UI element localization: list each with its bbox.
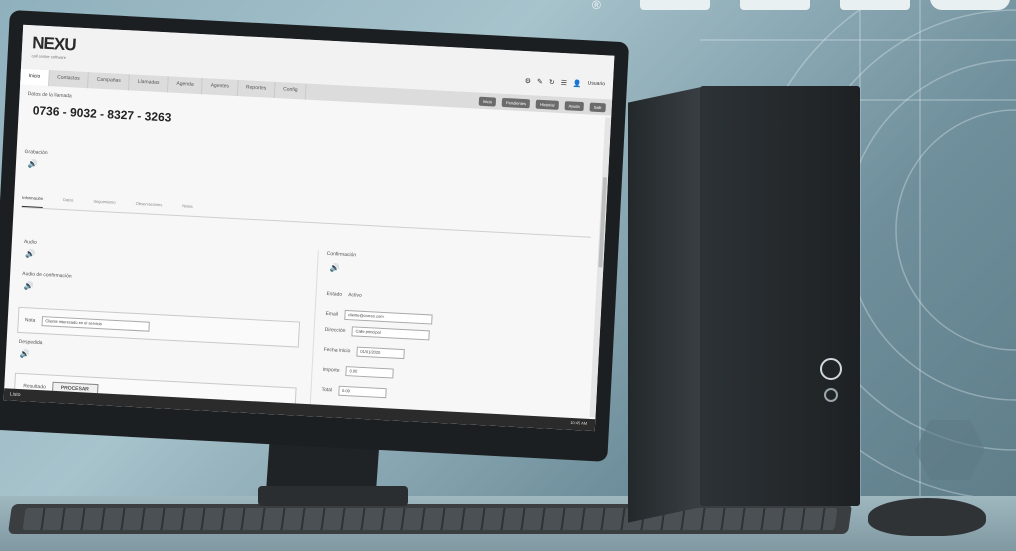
power-button-icon [820, 358, 842, 380]
user-name[interactable]: Usuario [587, 80, 606, 89]
tab-config[interactable]: Config [274, 81, 307, 100]
total-input[interactable]: 0.00 [337, 385, 387, 399]
led-indicator-icon [824, 388, 838, 402]
refresh-icon[interactable]: ↻ [549, 78, 555, 86]
speaker-icon[interactable]: 🔊 [28, 159, 38, 169]
header-toolbar: ⚙ ✎ ↻ ☰ 👤 Usuario [525, 77, 606, 89]
speaker-icon[interactable]: 🔊 [23, 281, 33, 291]
tab-llamadas[interactable]: Llamadas [129, 74, 169, 93]
recording-label: Grabación [24, 148, 48, 157]
taskbar-start[interactable]: Listo [10, 392, 21, 399]
nav-button-historial[interactable]: Historial [535, 99, 559, 110]
monitor-stand-base [258, 486, 408, 506]
note-label: Nota [24, 317, 36, 324]
left-panel: Audio 🔊 Audio de confirmación 🔊 Nota Cli… [12, 219, 307, 414]
tab-reportes[interactable]: Reportes [237, 80, 276, 98]
app-logo: NEXU call center software [31, 33, 76, 60]
nav-button-inicio[interactable]: Inicio [478, 96, 497, 107]
date-input[interactable]: 01/01/2020 [356, 346, 405, 360]
scrollbar-thumb[interactable] [598, 177, 608, 268]
speaker-icon[interactable]: 🔊 [330, 263, 340, 273]
pc-tower-side [628, 86, 706, 523]
amount-input[interactable]: 0.00 [345, 366, 394, 379]
app-screen: NEXU call center software ⚙ ✎ ↻ ☰ 👤 Usua… [3, 24, 615, 432]
speaker-icon[interactable]: 🔊 [20, 349, 30, 359]
mouse [868, 498, 986, 536]
email-input[interactable]: cliente@correo.com [343, 309, 433, 325]
note-box: Nota Cliente interesado en el servicio [17, 306, 301, 348]
amount-label: Importe [322, 366, 340, 374]
email-label: Email [325, 310, 339, 318]
nav-button-pendientes[interactable]: Pendientes [501, 97, 531, 108]
farewell-label: Despedida [18, 338, 43, 347]
subtab-informacion[interactable]: Información [21, 194, 44, 208]
brand-logo-fragment [600, 0, 1016, 12]
user-avatar-icon[interactable]: 👤 [573, 80, 582, 88]
subtab-seguimiento[interactable]: Seguimiento [93, 199, 115, 212]
address-input[interactable]: Calle principal [351, 326, 430, 341]
note-input[interactable]: Cliente interesado en el servicio [41, 316, 150, 332]
phone-number: 0736 - 9032 - 8327 - 3263 [32, 103, 172, 125]
tab-agentes[interactable]: Agentes [202, 78, 239, 97]
edit-icon[interactable]: ✎ [537, 78, 543, 86]
nav-button-ayuda[interactable]: Ayuda [564, 100, 584, 111]
pc-tower [700, 86, 860, 506]
registered-mark-icon: ® [592, 0, 601, 12]
subtab-notas[interactable]: Notas [182, 203, 193, 216]
status-label: Estado [326, 290, 343, 298]
audio-label: Audio [23, 239, 37, 246]
menu-icon[interactable]: ☰ [560, 79, 567, 87]
tab-contactos[interactable]: Contactos [48, 70, 90, 89]
tab-agenda[interactable]: Agenda [167, 76, 204, 95]
speaker-icon[interactable]: 🔊 [25, 249, 35, 259]
taskbar-clock: 10:45 AM [570, 419, 588, 426]
tab-inicio[interactable]: Inicio [20, 68, 50, 87]
tab-campanas[interactable]: Campañas [88, 72, 131, 91]
confirmation-title: Confirmación [326, 250, 357, 259]
call-data-label: Datos de la llamada [27, 91, 72, 100]
monitor: NEXU call center software ⚙ ✎ ↻ ☰ 👤 Usua… [0, 10, 630, 462]
right-panel: Confirmación 🔊 Estado Activo Email clien… [309, 250, 597, 429]
subtab-observaciones[interactable]: Observaciones [135, 201, 163, 214]
settings-icon[interactable]: ⚙ [525, 77, 532, 85]
nav-button-salir[interactable]: Salir [589, 101, 606, 112]
keyboard [7, 504, 853, 534]
subtab-datos[interactable]: Datos [63, 197, 74, 210]
keyboard-keys [22, 508, 838, 530]
status-value: Activo [347, 292, 362, 299]
total-label: Total [321, 386, 333, 394]
audio-confirmation-label: Audio de confirmación [22, 271, 72, 280]
address-label: Dirección [324, 326, 346, 334]
date-label: Fecha inicio [323, 346, 351, 355]
